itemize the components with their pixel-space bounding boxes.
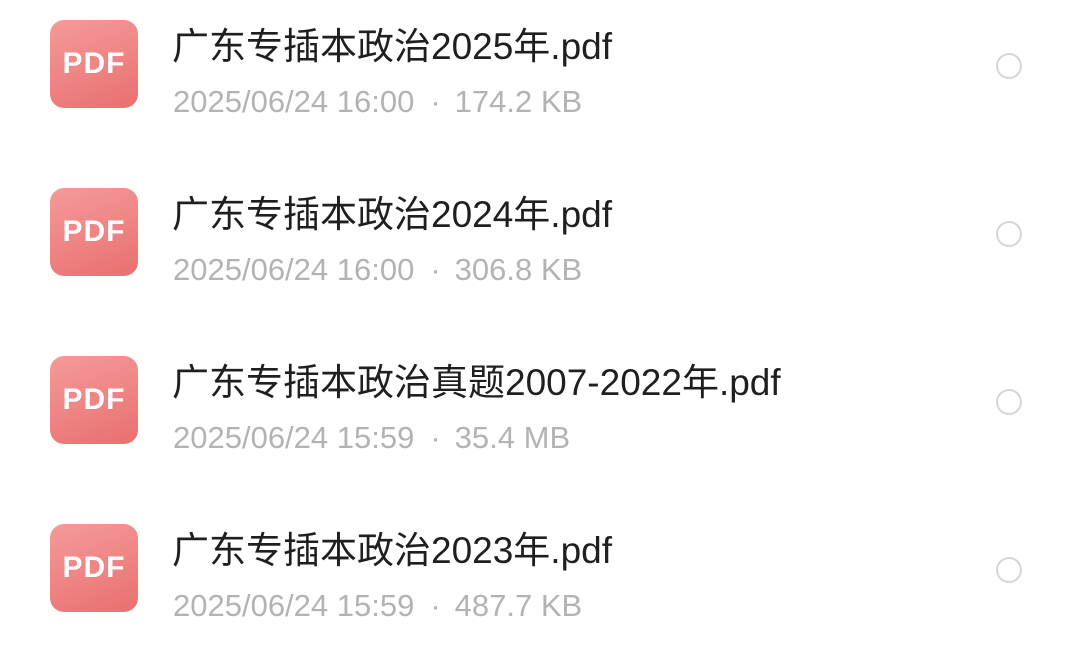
meta-separator: · [430,420,441,455]
file-name: 广东专插本政治2023年.pdf [172,530,613,571]
pdf-icon-label: PDF [62,47,126,80]
meta-separator: · [430,252,441,287]
file-list-item[interactable]: PDF 广东专插本政治2024年.pdf 2025/06/24 16:00 · 30… [0,168,1080,336]
file-size: 35.4 MB [454,420,571,455]
pdf-icon-label: PDF [62,383,126,416]
file-name: 广东专插本政治真题2007-2022年.pdf [172,362,781,403]
file-size: 487.7 KB [454,588,583,623]
file-meta: 2025/06/24 16:00 · 306.8 KB [173,250,582,290]
meta-separator: · [430,588,441,623]
file-date: 2025/06/24 15:59 [173,588,415,623]
file-date: 2025/06/24 16:00 [173,84,415,119]
file-name: 广东专插本政治2025年.pdf [172,26,613,67]
select-radio-button[interactable] [996,389,1022,415]
select-radio-button[interactable] [996,53,1022,79]
file-list-item[interactable]: PDF 广东专插本政治2023年.pdf 2025/06/24 15:59 · 48… [0,504,1080,672]
select-radio-button[interactable] [996,557,1022,583]
file-meta: 2025/06/24 15:59 · 35.4 MB [173,418,570,458]
select-radio-button[interactable] [996,221,1022,247]
file-size: 306.8 KB [454,252,583,287]
pdf-icon-label: PDF [62,551,126,584]
file-list: PDF 广东专插本政治2025年.pdf 2025/06/24 16:00 · 17… [0,0,1080,639]
pdf-icon-label: PDF [62,215,126,248]
file-meta: 2025/06/24 16:00 · 174.2 KB [173,82,582,122]
file-date: 2025/06/24 15:59 [173,420,415,455]
file-name: 广东专插本政治2024年.pdf [172,194,613,235]
file-list-item[interactable]: PDF 广东专插本政治真题2007-2022年.pdf 2025/06/24 1… [0,336,1080,504]
file-meta: 2025/06/24 15:59 · 487.7 KB [173,586,582,626]
pdf-file-icon: PDF [50,188,138,276]
pdf-file-icon: PDF [50,20,138,108]
pdf-file-icon: PDF [50,524,138,612]
file-list-item[interactable]: PDF 广东专插本政治2025年.pdf 2025/06/24 16:00 · 17… [0,0,1080,168]
file-size: 174.2 KB [454,84,583,119]
file-date: 2025/06/24 16:00 [173,252,415,287]
pdf-file-icon: PDF [50,356,138,444]
meta-separator: · [430,84,441,119]
